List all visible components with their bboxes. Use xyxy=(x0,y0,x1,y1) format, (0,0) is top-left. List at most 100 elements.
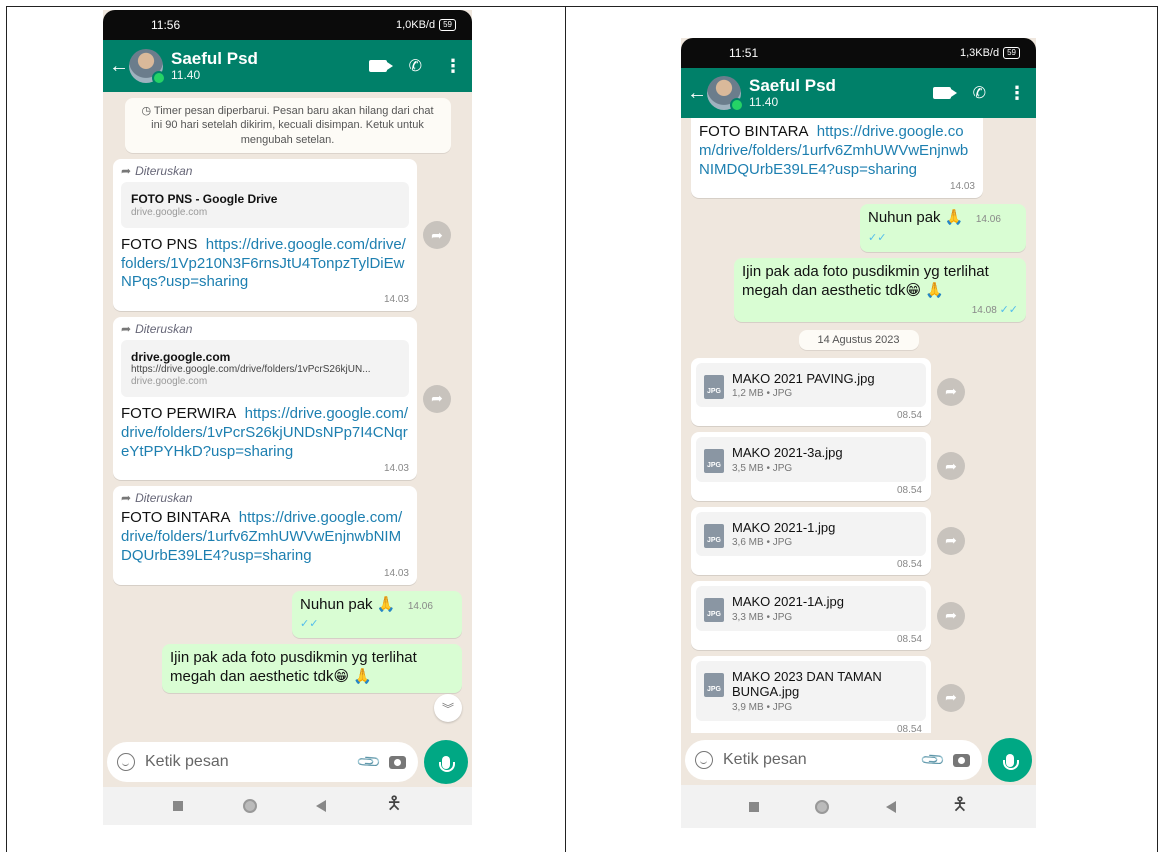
camera-icon[interactable] xyxy=(389,755,406,769)
message-bubble[interactable]: ➦ Diteruskan FOTO PNS - Google Drive driv… xyxy=(113,158,451,312)
jpg-file-icon: JPG xyxy=(704,672,724,697)
mic-button[interactable] xyxy=(988,738,1032,782)
mic-icon xyxy=(1003,753,1019,770)
share-icon[interactable]: ➦ xyxy=(937,601,965,630)
outgoing-message[interactable]: Nuhun pak 🙏 14.06 ✓✓ xyxy=(860,204,1026,252)
link-preview[interactable]: FOTO PNS - Google Drive drive.google.com xyxy=(121,181,409,228)
back-arrow-icon[interactable]: ← xyxy=(109,55,129,78)
document-message[interactable]: JPG MAKO 2021-3a.jpg 3,5 MB • JPG 08.54 ➦ xyxy=(691,432,965,501)
read-receipt-icon: ✓✓ xyxy=(300,618,319,631)
forward-arrow-icon: ➦ xyxy=(121,163,132,178)
emoji-icon[interactable] xyxy=(117,753,135,771)
message-time: 14.03 xyxy=(949,181,975,193)
battery-icon: 59 xyxy=(1003,47,1020,59)
forwarded-label: ➦ Diteruskan xyxy=(121,322,193,337)
chat-header: ← Saeful Psd 11.40 ✆ ⋮ xyxy=(681,68,1036,118)
message-bubble[interactable]: ➦ Diteruskan drive.google.com https://dri… xyxy=(113,317,451,481)
link-preview[interactable]: drive.google.com https://drive.google.co… xyxy=(121,340,409,398)
avatar[interactable] xyxy=(707,76,744,112)
emoji-icon[interactable] xyxy=(695,751,713,769)
share-icon[interactable]: ➦ xyxy=(937,683,965,712)
input-placeholder: Ketik pesan xyxy=(723,751,807,768)
home-icon[interactable] xyxy=(815,799,830,814)
timer-icon xyxy=(730,98,744,112)
contact-name: Saeful Psd xyxy=(749,76,836,96)
read-receipt-icon: ✓✓ xyxy=(999,303,1018,316)
forwarded-label: ➦ Diteruskan xyxy=(121,163,193,178)
accessibility-icon[interactable]: 🯅 xyxy=(386,791,402,821)
message-input[interactable]: Ketik pesan 📎 xyxy=(685,740,982,780)
contact-info[interactable]: Saeful Psd 11.40 xyxy=(749,76,933,109)
outgoing-message[interactable]: Nuhun pak 🙏 14.06 ✓✓ xyxy=(292,590,462,639)
contact-subtitle: 11.40 xyxy=(749,94,779,109)
status-right: 1,3KB/d 59 xyxy=(960,47,1020,59)
contact-info[interactable]: Saeful Psd 11.40 xyxy=(171,49,369,82)
chat-header: ← Saeful Psd 11.40 ✆ ⋮ xyxy=(103,40,472,92)
chat-area[interactable]: FOTO BINTARA https://drive.google.com/dr… xyxy=(681,118,1036,733)
attach-icon[interactable]: 📎 xyxy=(355,748,383,776)
forward-arrow-icon: ➦ xyxy=(121,322,132,337)
system-nav-bar: 🯅 xyxy=(103,787,472,825)
battery-icon: 59 xyxy=(439,19,456,31)
voice-call-icon[interactable]: ✆ xyxy=(409,56,422,76)
share-icon[interactable]: ➦ xyxy=(937,526,965,555)
chat-area[interactable]: ◷ Timer pesan diperbarui. Pesan baru aka… xyxy=(103,92,472,737)
input-placeholder: Ketik pesan xyxy=(145,753,229,770)
back-arrow-icon[interactable]: ← xyxy=(687,82,707,105)
voice-call-icon[interactable]: ✆ xyxy=(973,83,986,103)
right-screenshot: 11:51 1,3KB/d 59 ← Saeful Psd 11.40 ✆ ⋮ … xyxy=(681,38,1036,828)
forwarded-label: ➦ Diteruskan xyxy=(121,491,193,506)
message-time: 14.03 xyxy=(383,567,409,579)
share-icon[interactable]: ➦ xyxy=(937,377,965,406)
accessibility-icon[interactable]: 🯅 xyxy=(952,792,968,822)
message-bubble[interactable]: FOTO BINTARA https://drive.google.com/dr… xyxy=(691,118,983,199)
forward-arrow-icon: ➦ xyxy=(121,491,132,506)
attach-icon[interactable]: 📎 xyxy=(919,746,947,774)
document-message[interactable]: JPG MAKO 2021-1.jpg 3,6 MB • JPG 08.54 ➦ xyxy=(691,506,965,576)
document-message[interactable]: JPG MAKO 2023 DAN TAMAN BUNGA.jpg 3,9 MB … xyxy=(691,655,965,733)
contact-name: Saeful Psd xyxy=(171,49,258,69)
status-bar: 11:56 1,0KB/d 59 xyxy=(103,10,472,40)
left-screenshot: 11:56 1,0KB/d 59 ← Saeful Psd 11.40 ✆ ⋮ … xyxy=(103,10,472,825)
back-icon[interactable] xyxy=(316,800,327,812)
date-separator: 14 Agustus 2023 xyxy=(798,329,919,350)
share-icon[interactable]: ➦ xyxy=(423,384,451,413)
recent-apps-icon[interactable] xyxy=(749,801,760,812)
message-time: 14.03 xyxy=(383,463,409,475)
scroll-down-icon[interactable]: ︾ xyxy=(434,694,462,722)
status-bar: 11:51 1,3KB/d 59 xyxy=(681,38,1036,68)
document-message[interactable]: JPG MAKO 2021-1A.jpg 3,3 MB • JPG 08.54 ➦ xyxy=(691,581,965,650)
input-bar: Ketik pesan 📎 xyxy=(681,735,1036,785)
outgoing-message[interactable]: Ijin pak ada foto pusdikmin yg terlihat … xyxy=(734,258,1026,322)
share-icon[interactable]: ➦ xyxy=(423,221,451,250)
status-time: 11:51 xyxy=(729,46,759,60)
more-options-icon[interactable]: ⋮ xyxy=(444,56,462,77)
status-time: 11:56 xyxy=(151,18,181,32)
jpg-file-icon: JPG xyxy=(704,598,724,623)
system-nav-bar: 🯅 xyxy=(681,785,1036,828)
contact-subtitle: 11.40 xyxy=(171,67,201,82)
video-call-icon[interactable] xyxy=(368,60,393,72)
camera-icon[interactable] xyxy=(953,753,970,767)
message-bubble[interactable]: ➦ Diteruskan FOTO BINTARA https://drive.g… xyxy=(113,486,417,585)
read-receipt-icon: ✓✓ xyxy=(868,232,887,244)
status-right: 1,0KB/d 59 xyxy=(396,19,456,31)
jpg-file-icon: JPG xyxy=(704,449,724,474)
avatar[interactable] xyxy=(129,49,166,85)
document-message[interactable]: JPG MAKO 2021 PAVING.jpg 1,2 MB • JPG 08.… xyxy=(691,357,965,427)
recent-apps-icon[interactable] xyxy=(172,801,183,811)
column-divider xyxy=(565,6,566,852)
video-call-icon[interactable] xyxy=(932,87,957,99)
outgoing-message[interactable]: Ijin pak ada foto pusdikmin yg terlihat … xyxy=(162,644,462,693)
share-icon[interactable]: ➦ xyxy=(937,452,965,481)
message-input[interactable]: Ketik pesan 📎 xyxy=(107,742,418,782)
more-options-icon[interactable]: ⋮ xyxy=(1008,83,1026,104)
clock-icon: ◷ xyxy=(141,105,154,117)
mic-button[interactable] xyxy=(424,740,468,784)
jpg-file-icon: JPG xyxy=(704,374,724,399)
jpg-file-icon: JPG xyxy=(704,523,724,548)
back-icon[interactable] xyxy=(885,800,896,813)
home-icon[interactable] xyxy=(242,799,257,813)
mic-icon xyxy=(439,755,455,772)
system-notice[interactable]: ◷ Timer pesan diperbarui. Pesan baru aka… xyxy=(124,98,451,153)
